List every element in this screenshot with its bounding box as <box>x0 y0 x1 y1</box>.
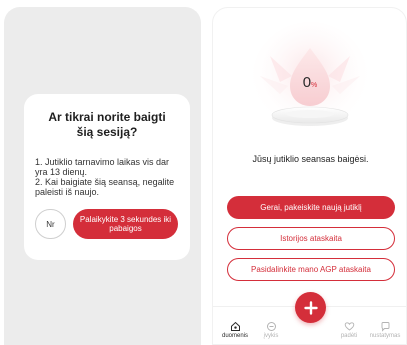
hold-to-end-button[interactable]: Palaikykite 3 sekundes iki pabaigos <box>73 209 178 239</box>
plus-icon <box>303 300 318 315</box>
nav-item-home[interactable]: duomenis <box>217 321 253 339</box>
dialog-actions: Nr Palaikykite 3 sekundes iki pabaigos <box>35 209 179 239</box>
app-stage: Ar tikrai norite baigti šią sesiją? 1. J… <box>0 0 407 345</box>
replace-sensor-button[interactable]: Gerai, pakeiskite naują jutiklį <box>227 196 395 219</box>
share-agp-report-button[interactable]: Pasidalinkite mano AGP ataskaita <box>227 258 395 281</box>
session-ended-screen: 0% Jūsų jutiklio seansas baigėsi. Gerai,… <box>212 7 407 345</box>
nav-help-label: padėti <box>340 333 358 339</box>
clock-icon <box>266 322 276 331</box>
sensor-percent: 0% <box>250 74 370 91</box>
bottom-nav: duomenis įvykis padėti nustatymas <box>213 292 406 344</box>
dialog-screen: Ar tikrai norite baigti šią sesiją? 1. J… <box>4 7 201 345</box>
percent-unit: % <box>311 82 318 89</box>
dialog-body: 1. Jutiklio tarnavimo laikas vis dar yra… <box>35 157 179 197</box>
nav-home-label: duomenis <box>221 333 248 339</box>
history-report-button[interactable]: Istorijos ataskaita <box>227 227 395 250</box>
percent-value: 0 <box>302 74 312 91</box>
chat-icon <box>381 322 389 332</box>
heart-icon <box>344 322 354 331</box>
home-icon <box>230 321 240 331</box>
nav-settings-label: nustatymas <box>369 333 401 339</box>
no-button[interactable]: Nr <box>35 209 66 239</box>
dialog-line-1: 1. Jutiklio tarnavimo laikas vis dar yra… <box>35 157 170 177</box>
nav-item-settings[interactable]: nustatymas <box>367 321 403 339</box>
add-button[interactable] <box>295 292 326 323</box>
nav-item-help[interactable]: padėti <box>331 321 367 339</box>
end-session-dialog: Ar tikrai norite baigti šią sesiją? 1. J… <box>24 94 190 260</box>
nav-item-events[interactable]: įvykis <box>253 321 289 339</box>
session-ended-message: Jūsų jutiklio seansas baigėsi. <box>252 154 369 164</box>
nav-events-label: įvykis <box>263 333 279 339</box>
sensor-gauge: 0% <box>250 18 370 136</box>
dialog-line-2: 2. Kai baigiate šią seansą, negalite pal… <box>35 177 175 197</box>
dialog-title: Ar tikrai norite baigti šią sesiją? <box>48 110 166 139</box>
